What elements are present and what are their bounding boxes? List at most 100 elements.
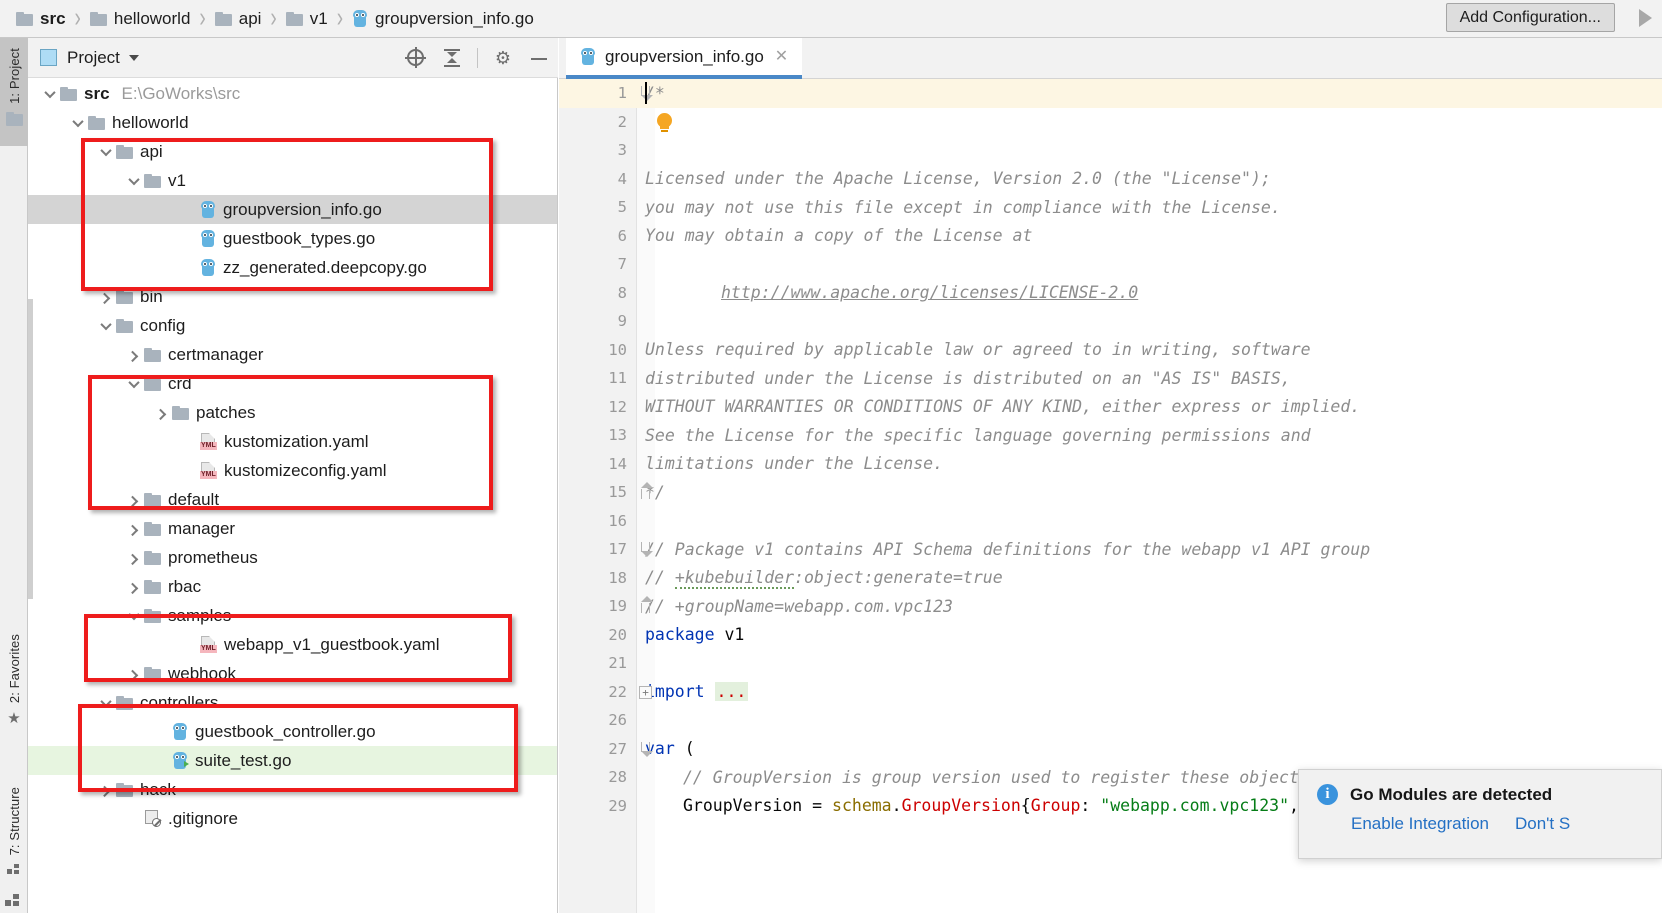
chevron-right-icon[interactable] — [96, 282, 116, 311]
code-line[interactable]: 6 You may obtain a copy of the License at — [559, 222, 1662, 251]
hide-panel-icon[interactable] — [528, 47, 550, 69]
breadcrumb-item-helloworld[interactable]: helloworld — [89, 9, 190, 29]
tree-row[interactable]: guestbook_controller.go — [28, 717, 557, 746]
chevron-right-icon[interactable] — [124, 572, 144, 601]
chevron-down-icon[interactable] — [124, 166, 144, 195]
fold-end-icon[interactable] — [640, 596, 653, 613]
sidebar-tab-project[interactable]: 1: Project — [0, 38, 28, 146]
fold-expand-icon[interactable]: + — [639, 685, 652, 699]
add-configuration-button[interactable]: Add Configuration... — [1445, 3, 1615, 32]
chevron-right-icon[interactable] — [124, 514, 144, 543]
tree-row[interactable]: helloworld — [28, 108, 557, 137]
tree-row[interactable]: groupversion_info.go — [28, 195, 557, 224]
code-line[interactable]: 4 Licensed under the Apache License, Vers… — [559, 165, 1662, 194]
tree-row[interactable]: src E:\GoWorks\src — [28, 79, 557, 108]
chevron-down-icon[interactable] — [96, 688, 116, 717]
code-line[interactable]: 16 — [559, 507, 1662, 536]
folder-icon — [116, 144, 133, 159]
tree-row[interactable]: manager — [28, 514, 557, 543]
go-file-icon — [200, 230, 216, 247]
tree-row[interactable]: YML kustomizeconfig.yaml — [28, 456, 557, 485]
tree-row[interactable]: prometheus — [28, 543, 557, 572]
sidebar-tab-favorites[interactable]: 2: Favorites ★ — [0, 630, 28, 730]
code-line[interactable]: 14 limitations under the License. — [559, 450, 1662, 479]
code-line[interactable]: 27 var ( — [559, 735, 1662, 764]
chevron-right-icon[interactable] — [124, 543, 144, 572]
breadcrumb-item-api[interactable]: api — [214, 9, 261, 29]
tree-row[interactable]: bin — [28, 282, 557, 311]
tree-row[interactable]: YML kustomization.yaml — [28, 427, 557, 456]
editor-tab-groupversion-info-go[interactable]: groupversion_info.go ✕ — [566, 38, 803, 79]
code-line[interactable]: 22 import ... + — [559, 678, 1662, 707]
chevron-down-icon[interactable] — [68, 108, 88, 137]
tree-row[interactable]: api — [28, 137, 557, 166]
tree-row[interactable]: crd — [28, 369, 557, 398]
breadcrumb-item-v1[interactable]: v1 — [285, 9, 328, 29]
chevron-down-icon[interactable] — [128, 54, 139, 61]
tree-row[interactable]: guestbook_types.go — [28, 224, 557, 253]
chevron-down-icon[interactable] — [124, 601, 144, 630]
intention-bulb-icon[interactable] — [655, 113, 675, 135]
tree-row[interactable]: .gitignore — [28, 804, 557, 833]
code-line[interactable]: 3 — [559, 136, 1662, 165]
code-line[interactable]: 9 — [559, 307, 1662, 336]
code-line[interactable]: 19 // +groupName=webapp.com.vpc123 — [559, 592, 1662, 621]
tree-row-label: guestbook_types.go — [223, 228, 376, 248]
tree-row[interactable]: default — [28, 485, 557, 514]
breadcrumb-item-groupversion-info-go[interactable]: groupversion_info.go — [352, 9, 534, 29]
tree-row-label: controllers — [140, 692, 219, 712]
tree-row[interactable]: v1 — [28, 166, 557, 195]
chevron-right-icon[interactable] — [152, 398, 172, 427]
code-line[interactable]: 8 http://www.apache.org/licenses/LICENSE-… — [559, 279, 1662, 308]
breadcrumb-item-src[interactable]: src — [16, 9, 66, 29]
code-line[interactable]: 18 // +kubebuilder:object:generate=true — [559, 564, 1662, 593]
collapse-all-icon[interactable] — [441, 47, 463, 69]
dont-show-again-link[interactable]: Don't S — [1515, 814, 1570, 834]
tree-row[interactable]: samples — [28, 601, 557, 630]
code-line[interactable]: 21 — [559, 649, 1662, 678]
project-tree[interactable]: src E:\GoWorks\src helloworld api v1 groupver… — [28, 79, 557, 913]
tree-row[interactable]: suite_test.go — [28, 746, 557, 775]
code-line[interactable]: 2 — [559, 108, 1662, 137]
tree-row-label: src — [84, 83, 110, 103]
tree-row[interactable]: config — [28, 311, 557, 340]
run-arrow-icon[interactable] — [1639, 9, 1652, 27]
tree-row[interactable]: patches — [28, 398, 557, 427]
code-line[interactable]: 26 — [559, 706, 1662, 735]
yaml-file-icon: YML — [200, 433, 217, 450]
code-line[interactable]: 7 — [559, 250, 1662, 279]
tree-row[interactable]: YML webapp_v1_guestbook.yaml — [28, 630, 557, 659]
sidebar-tab-structure[interactable]: 7: Structure — [0, 783, 28, 893]
tree-row[interactable]: hack — [28, 775, 557, 804]
fold-start-icon[interactable] — [640, 542, 653, 557]
fold-start-icon[interactable] — [640, 741, 653, 757]
code-line[interactable]: 11 distributed under the License is distr… — [559, 364, 1662, 393]
chevron-right-icon[interactable] — [124, 659, 144, 688]
enable-integration-link[interactable]: Enable Integration — [1351, 814, 1489, 834]
chevron-down-icon[interactable] — [96, 311, 116, 340]
tree-row[interactable]: controllers — [28, 688, 557, 717]
tree-row[interactable]: rbac — [28, 572, 557, 601]
chevron-down-icon[interactable] — [40, 79, 60, 108]
code-line[interactable]: 17 // Package v1 contains API Schema defi… — [559, 535, 1662, 564]
chevron-right-icon[interactable] — [124, 340, 144, 369]
chevron-right-icon[interactable] — [124, 485, 144, 514]
tree-row[interactable]: certmanager — [28, 340, 557, 369]
code-line[interactable]: 10 Unless required by applicable law or a… — [559, 336, 1662, 365]
code-line[interactable]: 15 */ — [559, 478, 1662, 507]
chevron-right-icon[interactable] — [96, 775, 116, 804]
chevron-down-icon[interactable] — [124, 369, 144, 398]
code-line[interactable]: 1/* — [559, 79, 1662, 108]
fold-end-icon[interactable] — [640, 482, 653, 499]
close-icon[interactable]: ✕ — [775, 48, 788, 65]
code-line[interactable]: 20 package v1 — [559, 621, 1662, 650]
structure-status-icon[interactable] — [5, 893, 21, 907]
scroll-from-source-icon[interactable] — [405, 47, 427, 69]
code-line[interactable]: 12 WITHOUT WARRANTIES OR CONDITIONS OF AN… — [559, 393, 1662, 422]
chevron-down-icon[interactable] — [96, 137, 116, 166]
tree-row[interactable]: webhook — [28, 659, 557, 688]
code-line[interactable]: 13 See the License for the specific langu… — [559, 421, 1662, 450]
gear-icon[interactable]: ⚙ — [492, 47, 514, 69]
tree-row[interactable]: zz_generated.deepcopy.go — [28, 253, 557, 282]
code-line[interactable]: 5 you may not use this file except in com… — [559, 193, 1662, 222]
